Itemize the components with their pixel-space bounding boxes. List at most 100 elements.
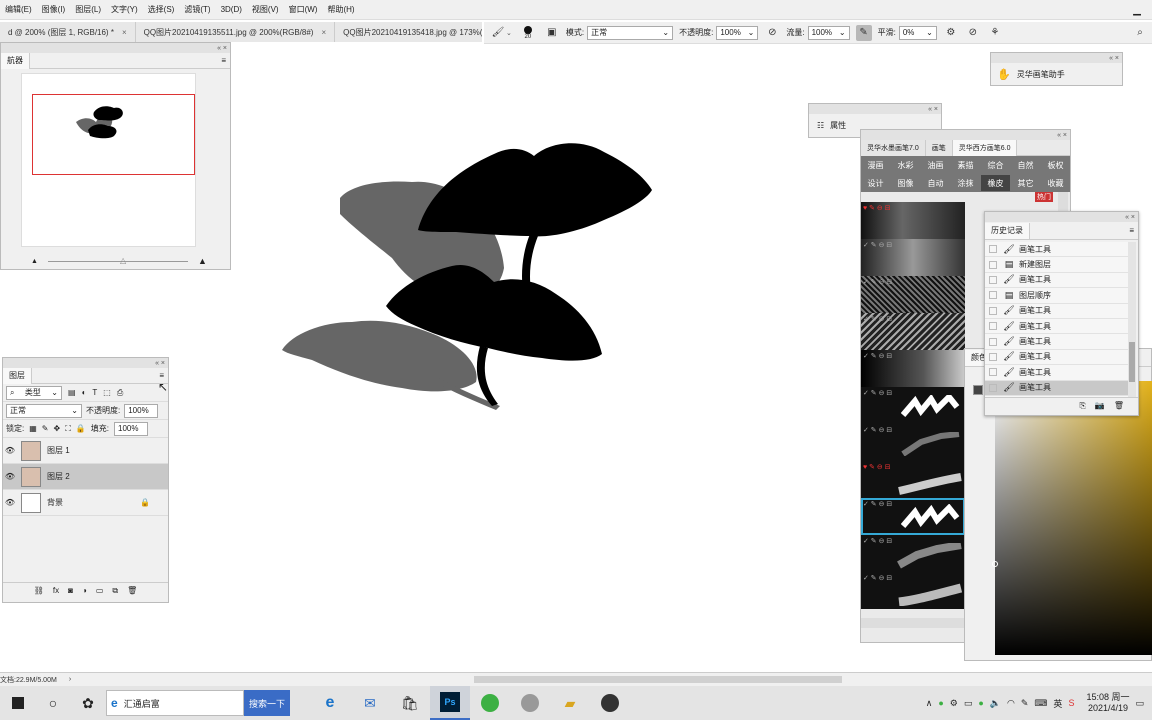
shape-filter-icon[interactable]: ⬚	[103, 388, 111, 397]
mask-icon[interactable]: ◙	[68, 586, 73, 595]
history-item-selected[interactable]: 🖌 画笔工具	[985, 380, 1129, 396]
history-item[interactable]: 🖌 画笔工具	[985, 334, 1129, 350]
start-icon[interactable]	[0, 686, 36, 720]
category-design[interactable]: 设计	[861, 175, 890, 191]
ime-indicator[interactable]: 英	[1053, 697, 1062, 710]
snapshot-checkbox[interactable]	[989, 352, 997, 361]
image-filter-icon[interactable]: ▤	[68, 388, 76, 397]
new-document-icon[interactable]: ⎘	[1079, 401, 1085, 411]
category-favorites[interactable]: 收藏	[1041, 175, 1070, 191]
blend-mode-select[interactable]: 正常 ⌄	[6, 403, 82, 418]
tab-ink-brush[interactable]: 灵华水墨画笔7.0	[861, 139, 926, 156]
doc-tab-3[interactable]: QQ图片20210419135418.jpg @ 173%(R(	[335, 22, 482, 42]
app-green-icon[interactable]	[470, 686, 510, 720]
tab-brush[interactable]: 画笔	[925, 139, 953, 156]
obs-icon[interactable]	[590, 686, 630, 720]
category-auto[interactable]: 自动	[921, 175, 950, 191]
zoom-in-icon[interactable]: ▲	[198, 256, 207, 266]
photoshop-icon[interactable]: Ps	[430, 686, 470, 720]
foreground-swatch[interactable]	[973, 385, 983, 395]
trash-icon[interactable]: 🗑	[1114, 401, 1124, 410]
keyboard-icon[interactable]: ⌨	[1034, 698, 1047, 709]
brush-preset[interactable]: ✓ ✎ ⊖ ⊟	[861, 535, 965, 572]
layer-row[interactable]: 👁 背景 🔒	[3, 490, 168, 516]
panel-menu-icon[interactable]: ≡	[1129, 226, 1138, 235]
color-picker-cursor[interactable]	[992, 561, 998, 567]
mode-select[interactable]: 正常 ⌄	[587, 25, 674, 40]
eye-icon[interactable]: 👁	[3, 498, 17, 507]
lock-paint-icon[interactable]: ✎	[42, 424, 49, 433]
close-icon[interactable]: ×	[122, 28, 127, 37]
lock-artboard-icon[interactable]: ⛶	[65, 424, 71, 434]
brush-preset-selected[interactable]: ✓ ✎ ⊖ ⊟	[861, 498, 965, 535]
brush-tip-icon[interactable]	[523, 25, 532, 34]
store-icon[interactable]: 🛍	[390, 686, 430, 720]
history-item[interactable]: 🖌 画笔工具	[985, 242, 1129, 258]
pressure-opacity-icon[interactable]: ⊘	[764, 25, 780, 41]
trash-icon[interactable]: 🗑	[127, 586, 137, 595]
category-watercolor[interactable]: 水彩	[891, 157, 920, 173]
category-eraser[interactable]: 橡皮	[981, 175, 1010, 191]
link-icon[interactable]: ⛓	[34, 586, 44, 595]
notification-icon[interactable]: ▭	[1135, 698, 1144, 709]
menu-help[interactable]: 帮助(H)	[322, 4, 359, 15]
eye-icon[interactable]: 👁	[3, 446, 17, 455]
folder-icon[interactable]: ▰	[550, 686, 590, 720]
collapse-icon[interactable]: « ×	[217, 45, 227, 52]
collapse-icon[interactable]: « ×	[928, 106, 938, 113]
snapshot-checkbox[interactable]	[989, 306, 997, 315]
category-comic[interactable]: 漫画	[861, 157, 890, 173]
category-nature[interactable]: 自然	[1011, 157, 1040, 173]
snapshot-checkbox[interactable]	[989, 275, 997, 284]
adjustment-filter-icon[interactable]: ◐	[82, 388, 87, 397]
app-avatar-icon[interactable]	[510, 686, 550, 720]
search-box[interactable]: e 汇通启富	[106, 690, 244, 716]
type-filter-icon[interactable]: T	[92, 388, 97, 397]
snapshot-checkbox[interactable]	[989, 291, 997, 300]
lock-position-icon[interactable]: ✥	[54, 424, 61, 433]
new-layer-icon[interactable]: ⧉	[112, 586, 118, 596]
menu-image[interactable]: 图像(I)	[37, 4, 71, 15]
collapse-icon[interactable]: « ×	[1125, 214, 1135, 221]
collapse-icon[interactable]: « ×	[155, 360, 165, 367]
menu-type[interactable]: 文字(Y)	[106, 4, 143, 15]
search-button[interactable]: 搜索一下	[244, 690, 290, 716]
category-copyright[interactable]: 板权	[1041, 157, 1070, 173]
layer-name[interactable]: 图层 1	[47, 445, 70, 456]
pen-icon[interactable]: ✎	[1021, 698, 1029, 709]
snapshot-checkbox[interactable]	[989, 368, 997, 377]
snapshot-checkbox[interactable]	[989, 245, 997, 254]
category-mixed[interactable]: 综合	[981, 157, 1010, 173]
history-item[interactable]: 🖌 画笔工具	[985, 365, 1129, 381]
brush-settings-icon[interactable]: ▣	[544, 25, 560, 41]
canvas[interactable]	[232, 44, 804, 670]
lock-icon[interactable]: 🔒	[140, 498, 150, 507]
symmetry-icon[interactable]: ⚘	[987, 25, 1003, 41]
menu-select[interactable]: 选择(S)	[143, 4, 180, 15]
layer-opacity-field[interactable]: 100%	[124, 403, 159, 418]
layer-name[interactable]: 背景	[47, 497, 63, 508]
minimize-icon[interactable]: ▁	[1122, 0, 1152, 20]
snapshot-checkbox[interactable]	[989, 260, 997, 269]
brush-preset[interactable]: ✓ ✎ ⊖ ⊟	[861, 239, 965, 276]
panel-menu-icon[interactable]: ≡	[159, 371, 168, 380]
brush-preset[interactable]: ♥ ✎ ⊖ ⊟	[861, 461, 965, 498]
gear-icon[interactable]: ⚙	[943, 25, 959, 41]
eye-icon[interactable]: 👁	[3, 472, 17, 481]
layer-filter-select[interactable]: ⌕ 类型 ⌄	[6, 385, 62, 400]
layer-row[interactable]: 👁 图层 1	[3, 438, 168, 464]
category-smudge[interactable]: 涂抹	[951, 175, 980, 191]
group-icon[interactable]: ▭	[96, 586, 104, 595]
plugin-button[interactable]: ✋ 灵华画笔助手	[991, 63, 1122, 85]
color-picker-field[interactable]	[992, 381, 1152, 655]
category-sketch[interactable]: 素描	[951, 157, 980, 173]
menu-window[interactable]: 窗口(W)	[284, 4, 323, 15]
opacity-field[interactable]: 100% ⌄	[716, 25, 759, 40]
brush-preset-icon[interactable]: 🖌	[490, 25, 506, 41]
wechat-icon[interactable]: ●	[938, 698, 943, 708]
zoom-out-icon[interactable]: ▲	[31, 258, 38, 265]
history-scrollbar[interactable]	[1128, 242, 1136, 397]
chevron-right-icon[interactable]: ›	[69, 676, 71, 683]
menu-view[interactable]: 视图(V)	[247, 4, 284, 15]
chevron-down-icon[interactable]: ⌄	[506, 29, 512, 37]
